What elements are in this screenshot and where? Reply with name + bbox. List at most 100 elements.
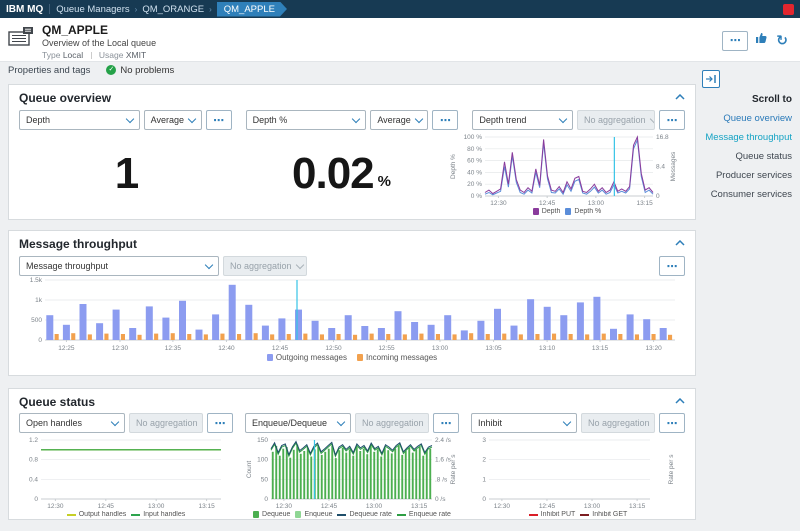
- svg-text:16.8: 16.8: [656, 134, 669, 141]
- status-columns: Open handles No aggregation ⋯ 00.40.81.2…: [19, 413, 685, 518]
- select-value: Average: [151, 115, 184, 125]
- selector-row: Depth Average ⋯ Depth % Average ⋯ Depth …: [19, 110, 685, 130]
- legend-item[interactable]: Depth: [533, 208, 561, 215]
- svg-text:12:55: 12:55: [378, 345, 395, 352]
- collapse-panel-icon[interactable]: [675, 240, 685, 246]
- svg-text:100 %: 100 %: [464, 134, 483, 141]
- legend-item[interactable]: Incoming messages: [357, 353, 437, 362]
- scroll-to-item[interactable]: Queue status: [698, 151, 792, 162]
- legend-swatch: [337, 514, 346, 516]
- svg-text:2: 2: [482, 457, 486, 464]
- thumbs-up-icon[interactable]: [755, 31, 769, 50]
- chevron-down-icon: [653, 418, 655, 426]
- open-handles-chart[interactable]: 00.40.81.212:3012:4513:0013:15: [19, 436, 233, 510]
- select-value: Average: [377, 115, 410, 125]
- svg-text:12:30: 12:30: [47, 503, 64, 510]
- pin-sidebar-button[interactable]: [702, 70, 720, 88]
- scroll-to-item[interactable]: Consumer services: [698, 189, 792, 200]
- metric-select[interactable]: Depth: [19, 110, 140, 130]
- svg-text:13:00: 13:00: [584, 503, 601, 510]
- alert-indicator[interactable]: [783, 4, 794, 15]
- select-value: Depth trend: [479, 115, 526, 125]
- svg-text:80 %: 80 %: [467, 146, 482, 153]
- metric-select[interactable]: Enqueue/Dequeue: [245, 413, 351, 433]
- chart-options-button[interactable]: ⋯: [659, 110, 685, 130]
- svg-text:12:45: 12:45: [539, 503, 556, 510]
- collapse-panel-icon[interactable]: [675, 398, 685, 404]
- chart-svg: 00.40.81.212:3012:4513:0013:15: [19, 436, 229, 510]
- legend-swatch: [67, 514, 76, 516]
- queue-status-panel: Queue status Open handles No aggregation…: [8, 388, 696, 520]
- scroll-to-item[interactable]: Message throughput: [698, 132, 792, 143]
- product-name[interactable]: IBM MQ: [6, 4, 43, 15]
- scroll-to-item[interactable]: Producer services: [698, 170, 792, 181]
- enqueue-dequeue-section: Enqueue/Dequeue No aggregation ⋯ 0501001…: [245, 413, 459, 518]
- aggregation-select[interactable]: Average: [370, 110, 428, 130]
- refresh-button[interactable]: ↻: [776, 33, 788, 49]
- chart-legend: Depth Depth %: [449, 208, 685, 215]
- svg-text:3: 3: [482, 437, 486, 444]
- message-throughput-chart[interactable]: 05001k1.5k12:2512:3012:3512:4012:4512:50…: [19, 276, 685, 352]
- select-value: Depth: [26, 115, 50, 125]
- enqueue-dequeue-chart[interactable]: 0501001502.4 /s1.6 /s.8 /s0 /s12:3012:45…: [245, 436, 459, 510]
- chart-options-button[interactable]: ⋯: [659, 256, 685, 276]
- message-throughput-panel: Message throughput Message throughput No…: [8, 230, 696, 376]
- chevron-down-icon: [649, 115, 655, 123]
- svg-text:12:45: 12:45: [98, 503, 115, 510]
- legend-item[interactable]: Inhibit GET: [580, 511, 627, 518]
- inhibit-section: Inhibit No aggregation ⋯ 012312:3012:451…: [471, 413, 685, 518]
- legend-item[interactable]: Enqueue: [295, 511, 332, 518]
- metric-select[interactable]: Inhibit: [471, 413, 577, 433]
- select-value: No aggregation: [136, 418, 198, 428]
- chart-legend: Outgoing messages Incoming messages: [19, 353, 685, 362]
- usage-value: XMIT: [126, 50, 146, 60]
- aggregation-select: No aggregation: [581, 413, 655, 433]
- svg-text:0: 0: [656, 193, 660, 200]
- metric-select[interactable]: Depth %: [246, 110, 367, 130]
- legend-label: Enqueue rate: [409, 511, 451, 518]
- legend-item[interactable]: Depth %: [565, 208, 601, 215]
- chart-svg: 012312:3012:4513:0013:15Rate per s: [471, 436, 677, 510]
- kpi-unit: %: [378, 173, 391, 190]
- metric-select[interactable]: Depth trend: [472, 110, 573, 130]
- svg-text:2.4 /s: 2.4 /s: [435, 437, 452, 444]
- legend-item[interactable]: Dequeue rate: [337, 511, 391, 518]
- legend-item[interactable]: Outgoing messages: [267, 353, 347, 362]
- breadcrumb-item[interactable]: Queue Managers: [56, 4, 129, 15]
- chart-options-button[interactable]: ⋯: [659, 413, 685, 433]
- breadcrumb-separator: ›: [135, 5, 138, 14]
- svg-text:0 /s: 0 /s: [435, 496, 446, 503]
- collapse-panel-icon[interactable]: [675, 94, 685, 100]
- aggregation-select[interactable]: Average: [144, 110, 202, 130]
- tab-properties-and-tags[interactable]: Properties and tags: [8, 65, 90, 76]
- legend-item[interactable]: Inhibit PUT: [529, 511, 576, 518]
- panel-title: Message throughput: [19, 237, 685, 251]
- legend-label: Output handles: [79, 511, 126, 518]
- chart-options-button[interactable]: ⋯: [433, 413, 459, 433]
- breadcrumb-item[interactable]: QM_ORANGE: [142, 4, 204, 15]
- legend-item[interactable]: Enqueue rate: [397, 511, 451, 518]
- breadcrumb-item[interactable]: QM_APPLE: [217, 2, 287, 17]
- header-actions: ⋯ ↻: [722, 23, 792, 56]
- page-subtitle: Overview of the Local queue: [42, 38, 156, 48]
- depth-trend-chart[interactable]: 0 %20 %40 %60 %80 %100 %16.88.4012:3012:…: [449, 133, 685, 207]
- chart-options-button[interactable]: ⋯: [432, 110, 458, 130]
- chart-legend: Inhibit PUT Inhibit GET: [471, 511, 685, 518]
- more-actions-button[interactable]: ⋯: [722, 31, 748, 51]
- select-value: Depth %: [253, 115, 288, 125]
- chevron-down-icon: [295, 261, 303, 269]
- chevron-down-icon: [125, 115, 133, 123]
- legend-item[interactable]: Output handles: [67, 511, 126, 518]
- legend-label: Depth: [542, 208, 561, 215]
- legend-swatch: [357, 354, 363, 361]
- metric-select[interactable]: Open handles: [19, 413, 125, 433]
- legend-item[interactable]: Input handles: [131, 511, 185, 518]
- metric-select[interactable]: Message throughput: [19, 256, 219, 276]
- scroll-to-sidebar: Scroll to Queue overviewMessage throughp…: [698, 70, 800, 200]
- chart-options-button[interactable]: ⋯: [207, 413, 233, 433]
- scroll-to-item[interactable]: Queue overview: [698, 113, 792, 124]
- tab-row: Properties and tags ✓ No problems: [0, 62, 800, 78]
- chart-options-button[interactable]: ⋯: [206, 110, 232, 130]
- inhibit-chart[interactable]: 012312:3012:4513:0013:15Rate per s: [471, 436, 685, 510]
- legend-item[interactable]: Dequeue: [253, 511, 290, 518]
